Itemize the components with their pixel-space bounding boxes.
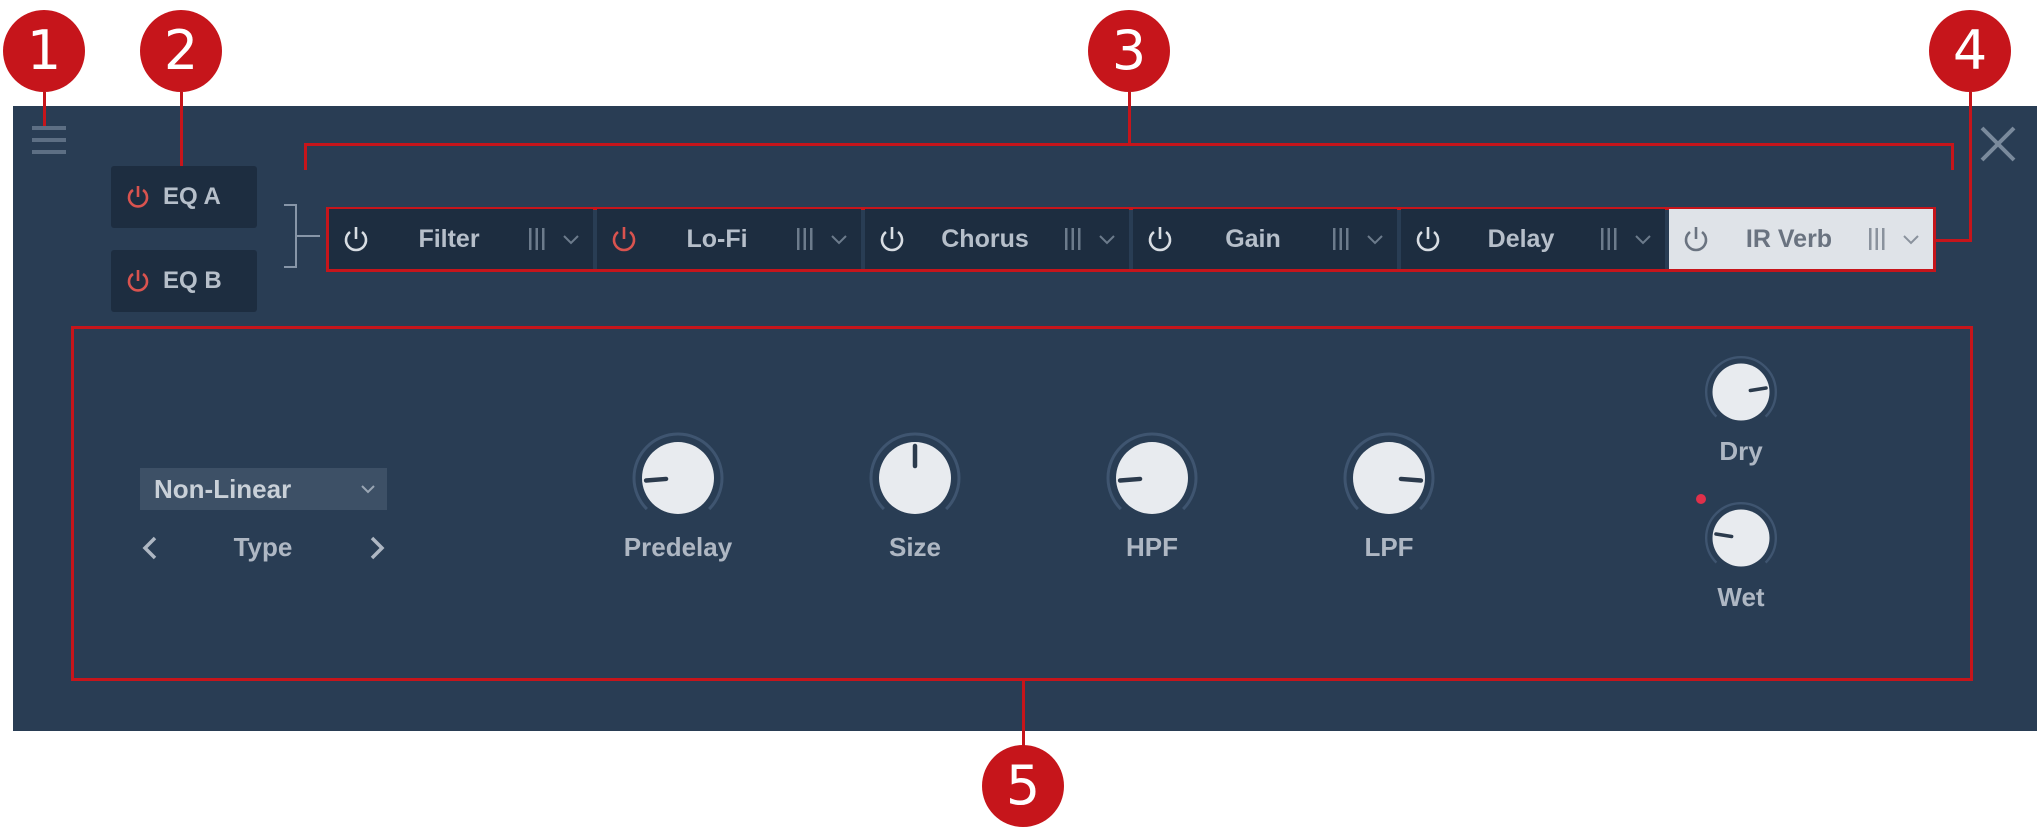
- effect-slot-filter[interactable]: Filter: [329, 209, 593, 269]
- hpf-knob[interactable]: [1104, 430, 1200, 526]
- leader-line-1: [43, 92, 46, 128]
- routing-bracket: [284, 204, 320, 268]
- predelay-label: Predelay: [623, 532, 733, 562]
- effect-slot-label: Chorus: [941, 224, 1029, 253]
- effect-slot-chorus[interactable]: Chorus: [865, 209, 1129, 269]
- effect-slot-label: Filter: [418, 224, 480, 253]
- effect-slot-delay[interactable]: Delay: [1401, 209, 1665, 269]
- type-select[interactable]: Non-Linear: [140, 468, 387, 510]
- callout-5: 5: [982, 745, 1064, 827]
- bracket-3-right: [1951, 143, 1954, 170]
- power-icon[interactable]: [1681, 224, 1711, 254]
- size-label: Size: [888, 532, 942, 562]
- type-select-value: Non-Linear: [154, 474, 292, 504]
- bracket-3-left: [304, 143, 307, 170]
- leader-line-5: [1022, 679, 1025, 747]
- chevron-down-icon[interactable]: [1365, 229, 1385, 249]
- eq-a-button[interactable]: EQ A: [111, 166, 257, 228]
- wet-label: Wet: [1717, 582, 1765, 612]
- chevron-down-icon[interactable]: [561, 229, 581, 249]
- chevron-down-icon[interactable]: [829, 229, 849, 249]
- callout-4: 4: [1929, 10, 2011, 92]
- power-icon[interactable]: [609, 224, 639, 254]
- wet-knob[interactable]: [1703, 500, 1779, 576]
- type-next-arrow[interactable]: [365, 533, 389, 563]
- chevron-down-icon[interactable]: [1097, 229, 1117, 249]
- power-icon: [127, 270, 149, 292]
- effect-slot-label: Lo-Fi: [686, 224, 748, 253]
- dry-knob[interactable]: [1703, 354, 1779, 430]
- power-icon[interactable]: [1145, 224, 1175, 254]
- drag-handle-icon[interactable]: [1599, 226, 1619, 252]
- lpf-label: LPF: [1364, 532, 1414, 562]
- eq-b-button[interactable]: EQ B: [111, 250, 257, 312]
- leader-line-4-h: [1934, 239, 1972, 242]
- size-knob[interactable]: [867, 430, 963, 526]
- callout-1: 1: [3, 10, 85, 92]
- type-label: Type: [233, 532, 293, 562]
- menu-icon[interactable]: [32, 126, 66, 156]
- chevron-down-icon[interactable]: [1901, 229, 1921, 249]
- callout-2: 2: [140, 10, 222, 92]
- leader-line-4-v: [1969, 92, 1972, 242]
- hpf-label: HPF: [1126, 532, 1178, 562]
- chevron-down-icon[interactable]: [1633, 229, 1653, 249]
- type-prev-arrow[interactable]: [138, 533, 162, 563]
- callout-3: 3: [1088, 10, 1170, 92]
- bracket-3-top: [304, 143, 1954, 146]
- drag-handle-icon[interactable]: [527, 226, 547, 252]
- leader-line-3: [1128, 92, 1131, 144]
- close-icon[interactable]: [1976, 122, 2020, 166]
- effect-slot-label: Gain: [1225, 224, 1281, 253]
- drag-handle-icon[interactable]: [1331, 226, 1351, 252]
- lpf-knob[interactable]: [1341, 430, 1437, 526]
- effect-slot-gain[interactable]: Gain: [1133, 209, 1397, 269]
- effect-slot-label: IR Verb: [1745, 224, 1833, 253]
- effect-slot-label: Delay: [1487, 224, 1555, 253]
- eq-b-label: EQ B: [163, 267, 222, 294]
- dry-label: Dry: [1719, 436, 1763, 466]
- effect-slot-lo-fi[interactable]: Lo-Fi: [597, 209, 861, 269]
- predelay-knob[interactable]: [630, 430, 726, 526]
- effect-slot-ir-verb[interactable]: IR Verb: [1669, 209, 1933, 269]
- eq-a-label: EQ A: [163, 183, 221, 210]
- leader-line-2: [180, 92, 183, 166]
- chevron-down-icon: [361, 485, 375, 494]
- power-icon[interactable]: [341, 224, 371, 254]
- power-icon[interactable]: [877, 224, 907, 254]
- power-icon[interactable]: [1413, 224, 1443, 254]
- power-icon: [127, 186, 149, 208]
- drag-handle-icon[interactable]: [795, 226, 815, 252]
- drag-handle-icon[interactable]: [1867, 226, 1887, 252]
- drag-handle-icon[interactable]: [1063, 226, 1083, 252]
